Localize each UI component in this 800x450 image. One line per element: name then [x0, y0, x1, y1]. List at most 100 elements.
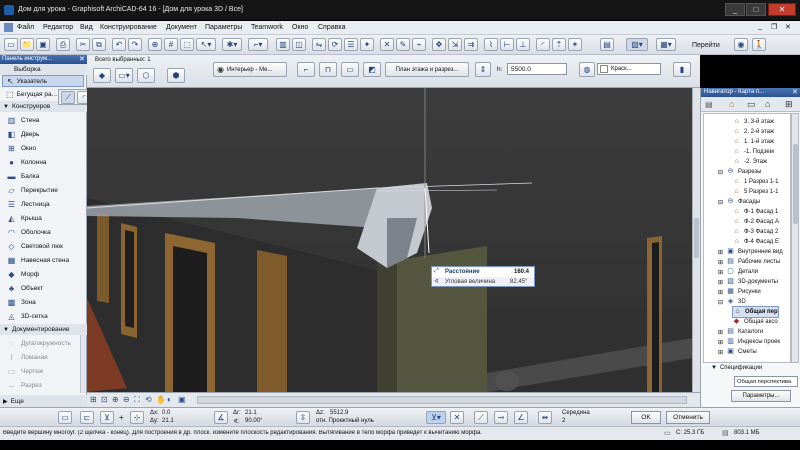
- dz-value[interactable]: 5512.9: [330, 410, 348, 416]
- mirror-icon[interactable]: ⇋: [312, 38, 326, 51]
- coord-icon[interactable]: ⊻: [100, 411, 114, 424]
- tool-column[interactable]: ● Колонна: [0, 155, 86, 169]
- viewport-scrollbar-v[interactable]: [692, 88, 700, 392]
- walk-icon[interactable]: 🚶: [752, 38, 766, 51]
- height-input[interactable]: 5500.0: [507, 63, 567, 75]
- specs-row[interactable]: ▼ Спецификации: [711, 365, 762, 371]
- arrow-tool-icon[interactable]: ↖▾: [196, 38, 216, 51]
- polyline-mode-icon[interactable]: ⟋: [61, 91, 75, 104]
- scroll-thumb-v[interactable]: [694, 218, 699, 258]
- menu-teamwork[interactable]: Teamwork: [251, 24, 283, 31]
- menu-view[interactable]: Вид: [80, 24, 93, 31]
- print-icon[interactable]: ⎙: [56, 38, 70, 51]
- fillet-icon[interactable]: ◜: [536, 38, 550, 51]
- navigator-close-icon[interactable]: ✕: [792, 88, 798, 96]
- adjust-icon[interactable]: ⊢: [500, 38, 514, 51]
- elevation-icon[interactable]: ⇳: [296, 411, 310, 424]
- grid-icon[interactable]: #: [164, 38, 178, 51]
- tool-beam[interactable]: ▬ Балка: [0, 169, 86, 183]
- tool-roof[interactable]: ◭ Крыша: [0, 211, 86, 225]
- height-icon[interactable]: ⇕: [475, 62, 491, 77]
- distance-value[interactable]: 160.4: [514, 269, 529, 275]
- more-tools[interactable]: ▶ Еще: [0, 395, 87, 407]
- maximize-button[interactable]: □: [746, 3, 766, 16]
- snap-line-icon[interactable]: ⟋: [474, 411, 488, 424]
- tool-skylight[interactable]: ◇ Световой люк: [0, 239, 86, 253]
- cross-icon[interactable]: ✕: [380, 38, 394, 51]
- middle-value[interactable]: 2: [562, 418, 565, 424]
- tool-wall[interactable]: ▥ Стена: [0, 113, 86, 127]
- ruler-icon[interactable]: ▭: [58, 411, 72, 424]
- plan-section-button[interactable]: План этажа и разрез...: [385, 62, 469, 77]
- relative-construct-icon[interactable]: ⊏: [80, 411, 94, 424]
- goto-label[interactable]: Перейти: [692, 42, 720, 49]
- view-map-icon[interactable]: ⌂: [729, 99, 734, 109]
- mdi-restore-button[interactable]: ❐: [771, 23, 777, 31]
- toolbox-close-icon[interactable]: ✕: [79, 55, 85, 63]
- angle-value[interactable]: 82.45°: [510, 279, 527, 285]
- menu-window[interactable]: Окно: [292, 24, 308, 31]
- menu-edit[interactable]: Редактор: [43, 24, 73, 31]
- publisher-icon[interactable]: ⌂: [765, 99, 770, 109]
- dy-value[interactable]: 21.1: [162, 418, 174, 424]
- fit-window-icon[interactable]: ⛶: [134, 395, 140, 405]
- redo-icon[interactable]: ↷: [128, 38, 142, 51]
- fit-icon[interactable]: ⬚: [180, 38, 194, 51]
- view-dropdown[interactable]: Общая перспектива: [734, 376, 798, 387]
- align-icon[interactable]: ☰: [344, 38, 358, 51]
- face-icon[interactable]: ▭: [341, 62, 359, 77]
- pan-icon[interactable]: ✋: [156, 395, 166, 404]
- window-3d-icon[interactable]: ▤: [600, 38, 614, 51]
- mdi-close-button[interactable]: ✕: [785, 23, 791, 31]
- edit-plane-icon[interactable]: ⌐: [297, 62, 315, 77]
- tool-curtain-wall[interactable]: ▦ Навесная стена: [0, 253, 86, 267]
- origin-icon[interactable]: ⊹: [130, 411, 144, 424]
- navigator-tree-scrollbar[interactable]: [791, 113, 799, 363]
- menu-file[interactable]: Файл: [17, 24, 34, 31]
- layer-dropdown[interactable]: ◉ Интерьер - Ме...: [213, 62, 287, 77]
- zoom-icon[interactable]: ⊕: [148, 38, 162, 51]
- open-icon[interactable]: 📁: [20, 38, 34, 51]
- cube-icon[interactable]: ⬡: [137, 68, 155, 83]
- book-icon[interactable]: ▮: [673, 62, 691, 77]
- select-group-header[interactable]: Выборка: [0, 64, 87, 75]
- menu-design[interactable]: Конструирование: [100, 24, 157, 31]
- doc-group-header[interactable]: ▼ Документирование: [0, 324, 87, 335]
- tool-polyline[interactable]: ⌇ Ломаная: [0, 350, 86, 364]
- tool-mesh[interactable]: ◬ 3D-сетка: [0, 309, 86, 323]
- viewport-3d[interactable]: ⤢ Расстояние 160.4 ∢ Угловая величина 82…: [87, 88, 692, 392]
- snap-active-icon[interactable]: ⊻▾: [426, 411, 446, 424]
- pencil-icon[interactable]: ✎: [396, 38, 410, 51]
- guide-icon[interactable]: ⌐▾: [248, 38, 268, 51]
- tool-morph[interactable]: ◆ Морф: [0, 267, 86, 281]
- split-icon[interactable]: ⌇: [484, 38, 498, 51]
- tool-section[interactable]: ↔ Разрез: [0, 378, 86, 392]
- geometry-icon[interactable]: ▭▾: [115, 68, 133, 83]
- snap-middle-icon[interactable]: ⊸: [494, 411, 508, 424]
- stretch-icon[interactable]: ⇲: [448, 38, 462, 51]
- tool-object[interactable]: ♣ Объект: [0, 281, 86, 295]
- ok-button[interactable]: OK: [631, 411, 661, 424]
- tool-drawing[interactable]: ▭ Чертеж: [0, 364, 86, 378]
- tool-shell[interactable]: ◠ Оболочка: [0, 225, 86, 239]
- snap-divide-icon[interactable]: ⇹: [538, 411, 552, 424]
- project-map-icon[interactable]: ▤: [705, 100, 713, 109]
- rotate-icon[interactable]: ⟳: [328, 38, 342, 51]
- intersect-icon[interactable]: ⊥: [516, 38, 530, 51]
- layout-book-icon[interactable]: ▭: [747, 99, 756, 110]
- undo-icon[interactable]: ↶: [112, 38, 126, 51]
- tool-slab[interactable]: ▱ Перекрытие: [0, 183, 86, 197]
- morph-settings-icon[interactable]: ◆: [93, 68, 111, 83]
- offset-icon[interactable]: ⇉: [464, 38, 478, 51]
- tree-item-estimates[interactable]: ⊞ ▣ Сметы: [718, 346, 757, 358]
- explorer-icon[interactable]: ▦▾: [656, 38, 676, 51]
- polar-angle-value[interactable]: 90.00°: [245, 418, 262, 424]
- view-3d-icon[interactable]: ▧▾: [626, 38, 648, 51]
- layer-icon[interactable]: ▥: [276, 38, 290, 51]
- reference-level[interactable]: отн. Проектный нуль: [316, 418, 374, 424]
- close-button[interactable]: ✕: [768, 3, 796, 16]
- mdi-minimize-button[interactable]: _: [758, 23, 762, 30]
- polar-icon[interactable]: ∡: [214, 411, 228, 424]
- save-icon[interactable]: ▣: [36, 38, 50, 51]
- brush-icon[interactable]: ⌁: [412, 38, 426, 51]
